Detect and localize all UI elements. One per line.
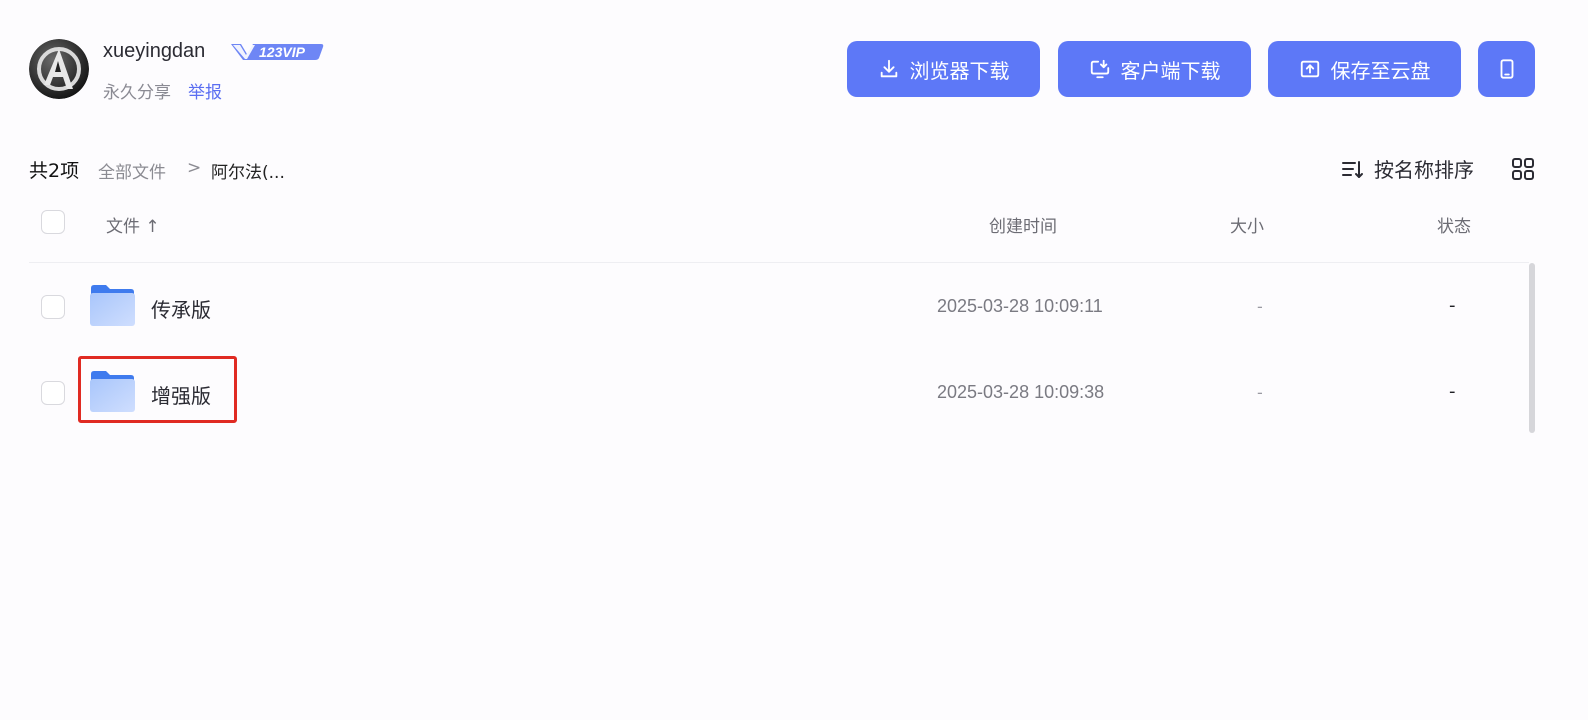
- grid-view-icon[interactable]: [1511, 157, 1535, 181]
- column-header-size[interactable]: 大小: [1230, 212, 1264, 237]
- save-to-cloud-button[interactable]: 保存至云盘: [1268, 41, 1461, 97]
- client-download-label: 客户端下载: [1120, 58, 1221, 83]
- folder-icon: [90, 285, 135, 326]
- sort-label: 按名称排序: [1374, 158, 1474, 182]
- item-count: 共2项: [29, 160, 80, 182]
- row-checkbox[interactable]: [41, 381, 65, 405]
- created-time: 2025-03-28 10:09:38: [937, 382, 1105, 402]
- report-link[interactable]: 举报: [188, 78, 222, 103]
- avatar[interactable]: [29, 39, 89, 99]
- file-status: -: [1449, 295, 1456, 316]
- sort-icon: [1342, 160, 1363, 178]
- desktop-download-icon: [1090, 59, 1109, 79]
- breadcrumb-current[interactable]: 阿尔法(...: [211, 158, 285, 183]
- file-size: -: [1257, 383, 1263, 402]
- svg-text:123VIP: 123VIP: [259, 44, 306, 60]
- download-icon: [880, 59, 897, 78]
- select-all-checkbox[interactable]: [41, 210, 65, 234]
- username: xueyingdan: [103, 40, 206, 62]
- scrollbar[interactable]: [1529, 263, 1535, 433]
- file-size: -: [1257, 297, 1263, 316]
- column-header-status: 状态: [1437, 217, 1471, 237]
- browser-download-label: 浏览器下载: [909, 58, 1010, 83]
- mobile-button[interactable]: [1478, 41, 1535, 97]
- vip-badge: 123VIP: [229, 40, 325, 62]
- save-to-cloud-label: 保存至云盘: [1330, 58, 1431, 83]
- table-row[interactable]: 传承版 2025-03-28 10:09:11 - -: [29, 263, 1529, 349]
- created-time: 2025-03-28 10:09:11: [937, 296, 1103, 316]
- phone-icon: [1500, 59, 1513, 79]
- highlight-box: [78, 356, 237, 423]
- share-info: 永久分享 举报: [103, 78, 222, 103]
- breadcrumb-root[interactable]: 全部文件: [98, 158, 166, 183]
- column-header-created[interactable]: 创建时间: [989, 212, 1057, 237]
- share-type: 永久分享: [103, 83, 171, 103]
- column-header-name[interactable]: 文件 ↑: [106, 212, 160, 237]
- sort-by-name-button[interactable]: 按名称排序: [1340, 154, 1474, 183]
- client-download-button[interactable]: 客户端下载: [1058, 41, 1251, 97]
- file-status: -: [1449, 381, 1456, 402]
- table-row[interactable]: 增强版 2025-03-28 10:09:38 - -: [29, 349, 1529, 435]
- row-checkbox[interactable]: [41, 295, 65, 319]
- breadcrumb-separator: >: [187, 158, 202, 178]
- file-name[interactable]: 传承版: [151, 294, 211, 323]
- upload-box-icon: [1300, 60, 1319, 78]
- browser-download-button[interactable]: 浏览器下载: [847, 41, 1040, 97]
